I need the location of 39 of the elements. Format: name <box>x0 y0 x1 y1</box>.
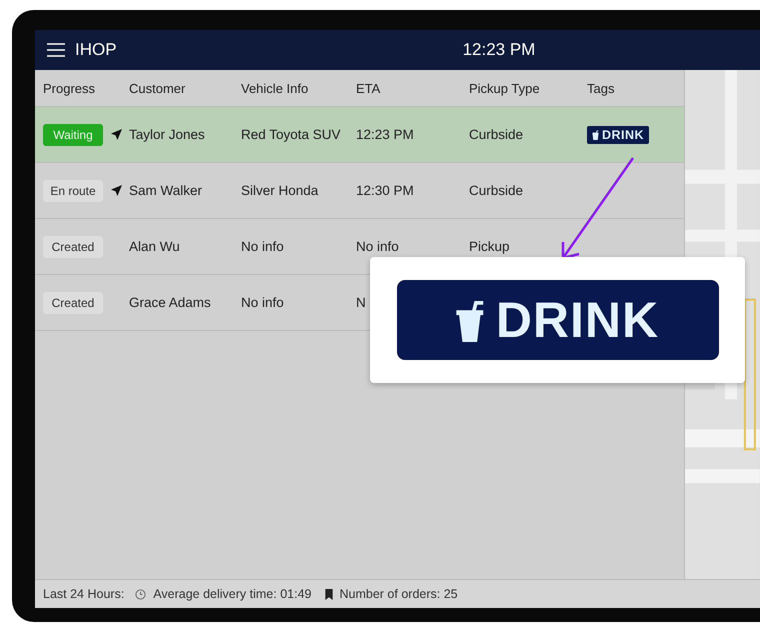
table-cell-text: Curbside <box>469 183 524 198</box>
bookmark-icon <box>324 588 332 600</box>
table-cell-text: 12:30 PM <box>356 183 415 198</box>
table-cell-text: 12:23 PM <box>356 127 415 142</box>
table-cell-text: Pickup <box>469 239 511 254</box>
table-cell-text: No info <box>356 239 400 254</box>
column-header: Vehicle Info <box>241 80 310 96</box>
table-cell-text: No info <box>241 239 285 254</box>
status-badge: Created <box>43 292 103 314</box>
order-row[interactable]: En route Sam Walker Silver Honda 12:30 PM Curbside <box>35 163 684 219</box>
table-cell-text: Taylor Jones <box>129 127 206 142</box>
status-badge: Waiting <box>43 124 103 146</box>
status-label: Last 24 Hours: <box>43 587 124 601</box>
table-cell-text: N <box>356 295 367 310</box>
order-row[interactable]: Waiting Taylor Jones Red Toyota SUV 12:23 PM Curbside DRINK <box>35 107 684 163</box>
status-badge: En route <box>43 180 103 202</box>
cup-icon <box>456 298 486 342</box>
table-cell-text: No info <box>241 295 285 310</box>
table-cell-text: Grace Adams <box>129 295 212 310</box>
app-name: IHOP <box>75 40 117 60</box>
order-count: Number of orders: 25 <box>340 587 458 601</box>
column-header: ETA <box>356 80 382 96</box>
table-cell-text: Silver Honda <box>241 183 320 198</box>
column-header: Pickup Type <box>469 80 541 96</box>
column-header: Customer <box>129 80 186 96</box>
drink-tag: DRINK <box>587 126 650 144</box>
header-time: 12:23 PM <box>462 40 536 60</box>
status-badge: Created <box>43 236 103 258</box>
clock-icon <box>135 588 146 600</box>
cup-icon <box>592 130 599 140</box>
menu-icon[interactable] <box>47 43 65 57</box>
table-cell-text: Red Toyota SUV <box>241 127 342 142</box>
column-header: Tags <box>587 80 616 96</box>
table-cell-text: Alan Wu <box>129 239 181 254</box>
drink-tag: DRINK <box>396 280 718 360</box>
table-cell-text: Curbside <box>469 127 524 142</box>
average-delivery-time: Average delivery time: 01:49 <box>153 587 312 601</box>
table-cell-text: Sam Walker <box>129 183 204 198</box>
column-header: Progress <box>43 80 96 96</box>
